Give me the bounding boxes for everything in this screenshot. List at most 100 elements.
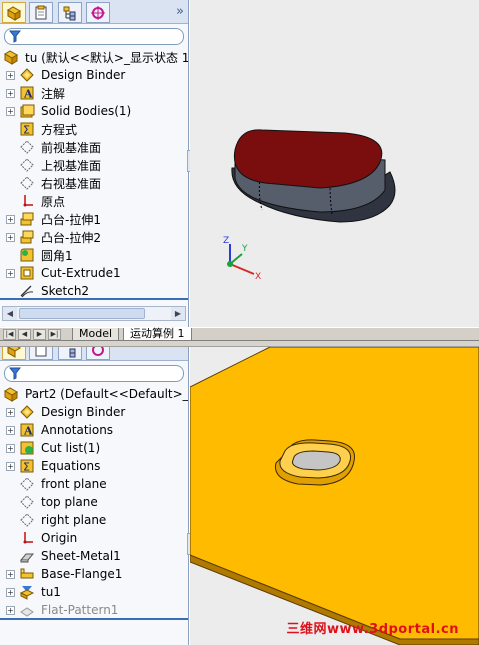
tree-item-label: top plane xyxy=(41,495,98,509)
horizontal-scrollbar[interactable]: ◀ ▶ xyxy=(2,306,186,321)
tree-item[interactable]: + tu1 xyxy=(0,583,188,601)
svg-text:Y: Y xyxy=(241,244,248,254)
tree-item[interactable]: + Σ Equations xyxy=(0,457,188,475)
tree-filter-input[interactable] xyxy=(4,28,184,45)
feature-manager-icon xyxy=(7,347,21,358)
expand-plus-icon[interactable]: + xyxy=(6,461,15,471)
tree-item[interactable]: + Design Binder xyxy=(0,66,188,84)
tree-item[interactable]: + A Annotations xyxy=(0,421,188,439)
expand-plus-icon[interactable]: + xyxy=(6,232,15,242)
tree-item-label: Design Binder xyxy=(41,405,126,419)
expand-plus-icon[interactable]: + xyxy=(6,605,15,615)
property-manager-icon xyxy=(35,347,47,356)
tab-model[interactable]: Model xyxy=(72,328,120,341)
configuration-manager-icon xyxy=(69,348,76,357)
expand-plus-icon[interactable]: + xyxy=(6,106,15,116)
tree-item[interactable]: right plane xyxy=(0,511,188,529)
tab-motion-study[interactable]: 运动算例 1 xyxy=(123,328,192,341)
tree-item[interactable]: front plane xyxy=(0,475,188,493)
extrude-icon xyxy=(19,211,35,227)
tree-item[interactable]: + 凸台-拉伸1 xyxy=(0,210,188,228)
tree-root[interactable]: tu (默认<<默认>_显示状态 1> xyxy=(0,48,188,66)
tab-dimxpert-manager[interactable] xyxy=(86,347,110,360)
first-tab-icon[interactable]: |◀ xyxy=(3,329,16,340)
tree-root-label: tu (默认<<默认>_显示状态 1> xyxy=(25,50,189,65)
manager-tabs xyxy=(0,347,188,361)
expand-plus-icon[interactable]: + xyxy=(6,443,15,453)
tree-item-label: 上视基准面 xyxy=(41,158,102,173)
plane-icon xyxy=(19,139,35,155)
scroll-left-icon[interactable]: ◀ xyxy=(3,307,17,320)
expand-plus-icon[interactable]: + xyxy=(6,569,15,579)
scroll-right-icon[interactable]: ▶ xyxy=(171,307,185,320)
graphics-area[interactable] xyxy=(190,347,479,645)
feature-manager-panel: Part2 (Default<<Default>_Ap + Design Bind… xyxy=(0,347,189,645)
expand-plus-icon[interactable]: + xyxy=(6,587,15,597)
tree-item[interactable]: + Cut list(1) xyxy=(0,439,188,457)
next-tab-icon[interactable]: ▶ xyxy=(33,329,46,340)
tree-item-label: tu1 xyxy=(41,585,61,599)
feature-manager-panel: » tu (默认<<默认>_显示状态 1> + Design Binder + A 注解… xyxy=(0,0,189,327)
tree-item-label: Sheet-Metal1 xyxy=(41,549,121,563)
tree-item-label: Flat-Pattern1 xyxy=(41,603,119,617)
tree-item[interactable]: 前视基准面 xyxy=(0,138,188,156)
scroll-thumb[interactable] xyxy=(19,308,145,319)
expand-plus-icon[interactable]: + xyxy=(6,407,15,417)
sheet-metal-model-view[interactable] xyxy=(190,347,479,645)
tree-item[interactable]: + Solid Bodies(1) xyxy=(0,102,188,120)
svg-text:A: A xyxy=(23,88,33,101)
graphics-area[interactable]: Z Y X xyxy=(190,0,479,327)
expand-plus-icon[interactable]: + xyxy=(6,70,15,80)
plane-icon xyxy=(19,512,35,528)
divider xyxy=(0,298,188,300)
tree-item[interactable]: top plane xyxy=(0,493,188,511)
last-tab-icon[interactable]: ▶| xyxy=(48,329,61,340)
expand-chevron-icon[interactable]: » xyxy=(176,4,184,19)
plane-icon xyxy=(19,476,35,492)
tab-dimxpert-manager[interactable] xyxy=(86,2,110,23)
part-model-view[interactable]: Z Y X xyxy=(190,0,479,327)
prev-tab-icon[interactable]: ◀ xyxy=(18,329,31,340)
expand-plus-icon[interactable]: + xyxy=(6,425,15,435)
tree-item[interactable]: 右视基准面 xyxy=(0,174,188,192)
property-manager-icon xyxy=(35,5,47,19)
expand-plus-icon[interactable]: + xyxy=(6,88,15,98)
tree-item[interactable]: Sheet-Metal1 xyxy=(0,547,188,565)
tree-item[interactable]: + A 注解 xyxy=(0,84,188,102)
tree-item[interactable]: Origin xyxy=(0,529,188,547)
tree-item[interactable]: + Base-Flange1 xyxy=(0,565,188,583)
expand-plus-icon[interactable]: + xyxy=(6,214,15,224)
document-tab-bar: |◀ ◀ ▶ ▶| Model 运动算例 1 xyxy=(0,327,479,341)
tree-item[interactable]: 原点 xyxy=(0,192,188,210)
tree-item-label: Origin xyxy=(41,531,78,545)
expand-plus-icon[interactable]: + xyxy=(6,268,15,278)
plane-icon xyxy=(19,494,35,510)
svg-text:X: X xyxy=(255,272,261,282)
tree-item-label: Base-Flange1 xyxy=(41,567,123,581)
tab-feature-manager[interactable] xyxy=(2,347,26,360)
dimxpert-icon xyxy=(92,347,104,356)
tab-property-manager[interactable] xyxy=(29,347,53,360)
tab-configuration-manager[interactable] xyxy=(58,347,82,360)
tree-item[interactable]: 上视基准面 xyxy=(0,156,188,174)
tree-item-label: right plane xyxy=(41,513,107,527)
tab-feature-manager[interactable] xyxy=(2,2,26,23)
tree-item[interactable]: + Flat-Pattern1 xyxy=(0,601,188,619)
feature-tree: tu (默认<<默认>_显示状态 1> + Design Binder + A 注解 + S… xyxy=(0,48,188,300)
tree-item[interactable]: + Design Binder xyxy=(0,403,188,421)
derived-part-icon xyxy=(19,584,35,600)
plane-icon xyxy=(19,157,35,173)
tree-filter-input[interactable] xyxy=(4,365,184,382)
tab-property-manager[interactable] xyxy=(29,2,53,23)
tree-item[interactable]: Σ 方程式 xyxy=(0,120,188,138)
tree-item-label: 方程式 xyxy=(41,122,78,137)
part-icon xyxy=(3,49,19,65)
tree-item[interactable]: + 凸台-拉伸2 xyxy=(0,228,188,246)
tree-item[interactable]: + Cut-Extrude1 xyxy=(0,264,188,282)
tree-item-label: Cut-Extrude1 xyxy=(41,266,121,280)
tree-item-label: front plane xyxy=(41,477,107,491)
tab-configuration-manager[interactable] xyxy=(58,2,82,23)
tree-item[interactable]: 圆角1 xyxy=(0,246,188,264)
tree-root[interactable]: Part2 (Default<<Default>_Ap xyxy=(0,385,188,403)
manager-tabs: » xyxy=(0,0,188,24)
